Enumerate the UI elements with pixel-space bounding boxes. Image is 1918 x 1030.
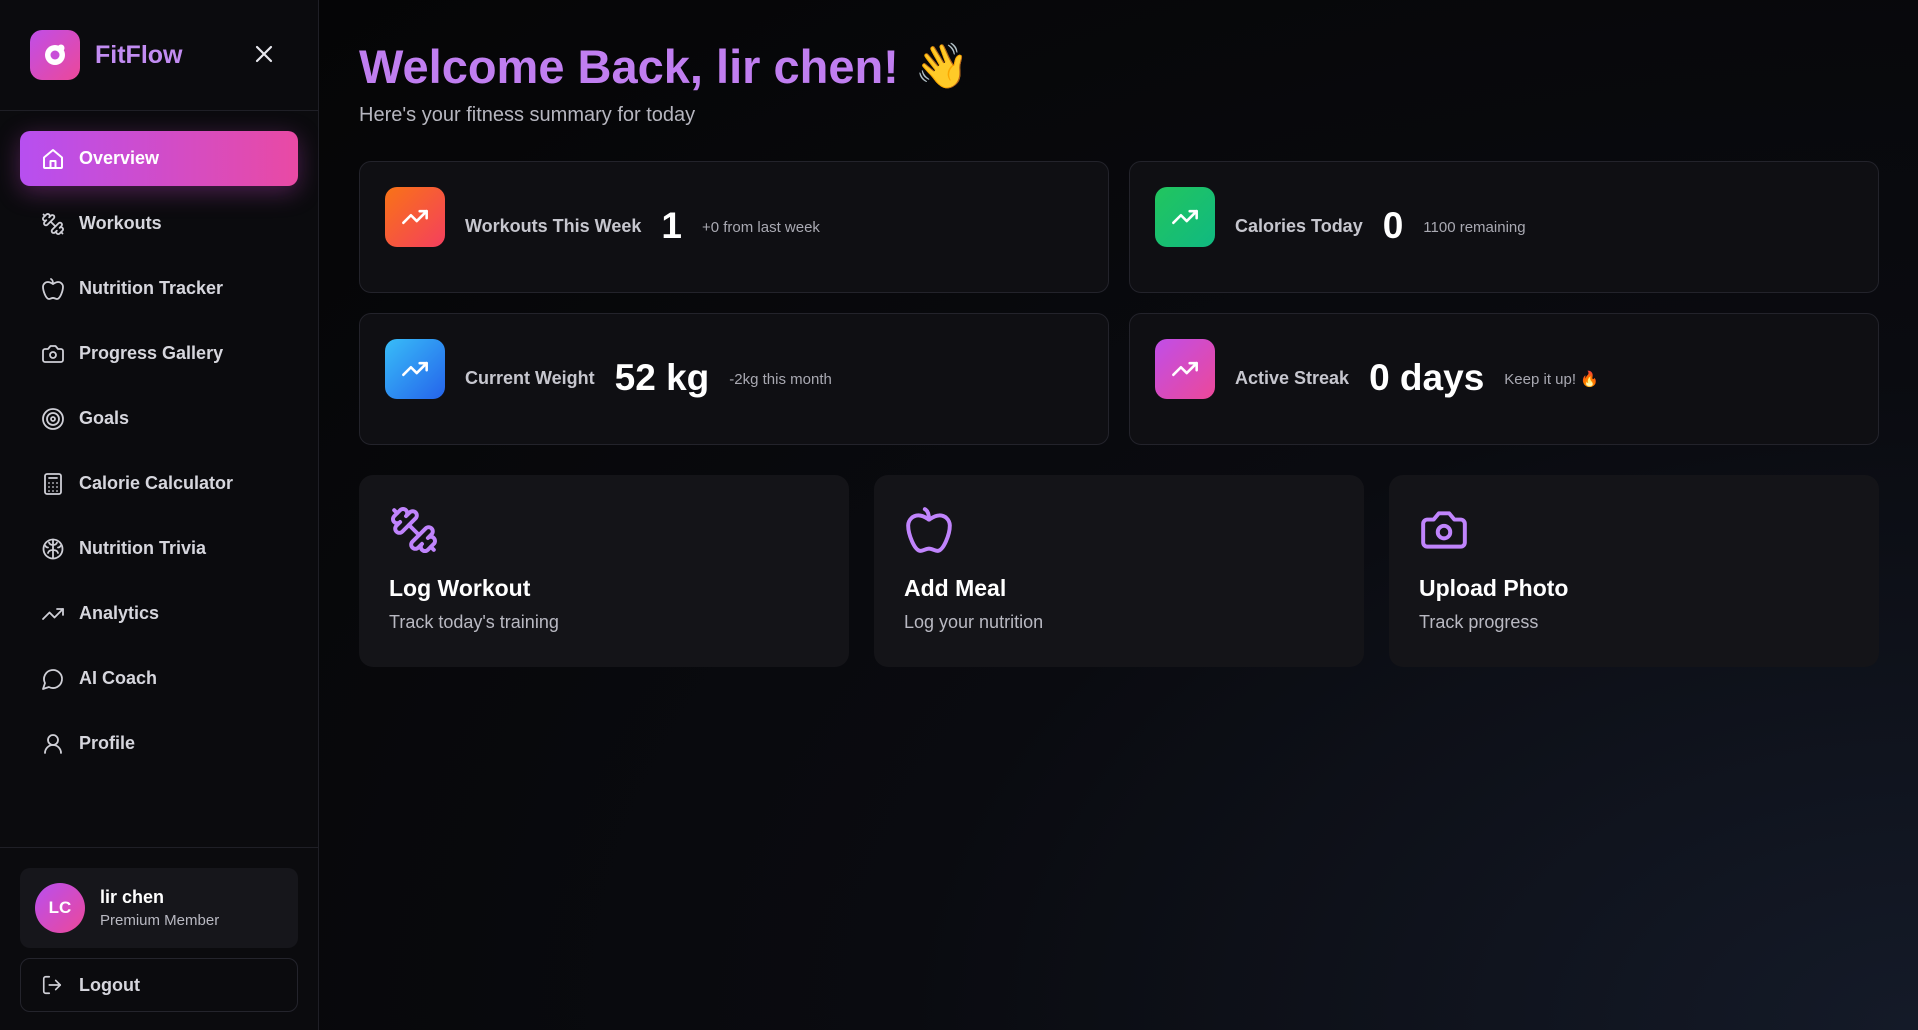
main-content: Welcome Back, lir chen! 👋 Here's your fi… [319, 0, 1918, 1030]
sidebar-item-label: AI Coach [79, 668, 158, 688]
user-name: lir chen [100, 887, 165, 907]
stat-body: Active Streak 0 days Keep it up! 🔥 [1235, 339, 1599, 398]
quick-actions: Log Workout Track today's training Add M… [359, 475, 1879, 667]
logout-button[interactable]: Logout [20, 958, 298, 1012]
action-description: Track today's training [389, 612, 559, 632]
trending-up-icon [40, 601, 66, 627]
stat-note: 1100 remaining [1423, 219, 1526, 236]
close-sidebar-button[interactable] [250, 40, 278, 68]
sidebar-item-calorie-calculator[interactable]: Calorie Calculator [20, 456, 298, 511]
stat-body: Calories Today 0 1100 remaining [1235, 187, 1526, 246]
user-role: Premium Member [100, 912, 220, 929]
dumbbell-icon [40, 211, 66, 237]
brand-name: FitFlow [95, 40, 183, 69]
upload-photo-card[interactable]: Upload Photo Track progress [1389, 475, 1879, 667]
sidebar-item-label: Overview [79, 148, 160, 168]
sidebar-item-label: Nutrition Tracker [79, 278, 224, 298]
action-description: Log your nutrition [904, 612, 1044, 632]
brain-icon [40, 536, 66, 562]
action-description: Track progress [1419, 612, 1539, 632]
wave-emoji: 👋 [914, 42, 970, 91]
apple-icon [40, 276, 66, 302]
close-icon [255, 45, 273, 63]
sidebar-item-profile[interactable]: Profile [20, 716, 298, 771]
sidebar: FitFlow Overview Workouts Nutrition Trac… [0, 0, 319, 1030]
sidebar-header: FitFlow [0, 0, 318, 111]
sidebar-nav: Overview Workouts Nutrition Tracker Prog… [0, 111, 318, 801]
sidebar-item-label: Calorie Calculator [79, 473, 234, 493]
logout-label: Logout [79, 974, 140, 995]
calculator-icon [40, 471, 66, 497]
camera-icon [40, 341, 66, 367]
dumbbell-icon [389, 505, 439, 555]
sidebar-item-workouts[interactable]: Workouts [20, 196, 298, 251]
user-card[interactable]: LC lir chen Premium Member [20, 868, 298, 948]
sidebar-item-nutrition-tracker[interactable]: Nutrition Tracker [20, 261, 298, 316]
trending-up-icon [1155, 339, 1215, 399]
stat-note: +0 from last week [701, 219, 820, 236]
target-icon [40, 406, 66, 432]
stats-grid: Workouts This Week 1 +0 from last week C… [359, 161, 1879, 445]
stat-card-calories: Calories Today 0 1100 remaining [1129, 161, 1879, 293]
sidebar-footer: LC lir chen Premium Member Logout [0, 847, 318, 1030]
chat-bubble-icon [40, 666, 66, 692]
stat-body: Current Weight 52 kg -2kg this month [465, 339, 832, 398]
sidebar-item-ai-coach[interactable]: AI Coach [20, 651, 298, 706]
apple-icon [904, 505, 954, 555]
sidebar-item-label: Workouts [79, 213, 162, 233]
sidebar-item-label: Progress Gallery [79, 343, 224, 363]
trending-up-icon [385, 187, 445, 247]
sidebar-item-label: Goals [79, 408, 130, 428]
user-icon [40, 731, 66, 757]
sidebar-item-label: Analytics [79, 603, 160, 623]
stat-value: 52 kg [614, 357, 710, 398]
camera-icon [1419, 505, 1469, 555]
home-icon [40, 146, 66, 172]
trending-up-icon [385, 339, 445, 399]
stat-note: -2kg this month [729, 371, 832, 388]
stat-value: 1 [661, 205, 682, 246]
page-title: Welcome Back, lir chen! 👋 [359, 38, 1879, 94]
app: FitFlow Overview Workouts Nutrition Trac… [0, 0, 1918, 1030]
sidebar-item-analytics[interactable]: Analytics [20, 586, 298, 641]
stat-note: Keep it up! 🔥 [1504, 371, 1599, 388]
sidebar-item-overview[interactable]: Overview [20, 131, 298, 186]
sidebar-item-label: Profile [79, 733, 136, 753]
stat-label: Active Streak [1235, 368, 1350, 388]
stat-value: 0 [1382, 205, 1404, 246]
stat-value: 0 days [1369, 357, 1485, 398]
log-workout-card[interactable]: Log Workout Track today's training [359, 475, 849, 667]
stat-body: Workouts This Week 1 +0 from last week [465, 187, 820, 246]
logo-icon [30, 30, 80, 80]
action-title: Add Meal [904, 575, 1007, 601]
sidebar-item-goals[interactable]: Goals [20, 391, 298, 446]
stat-label: Calories Today [1235, 216, 1363, 236]
stat-card-streak: Active Streak 0 days Keep it up! 🔥 [1129, 313, 1879, 445]
stat-label: Workouts This Week [465, 216, 642, 236]
sidebar-item-nutrition-trivia[interactable]: Nutrition Trivia [20, 521, 298, 576]
action-title: Log Workout [389, 575, 531, 601]
logout-icon [41, 973, 65, 997]
sidebar-item-progress-gallery[interactable]: Progress Gallery [20, 326, 298, 381]
stat-card-workouts: Workouts This Week 1 +0 from last week [359, 161, 1109, 293]
avatar: LC [35, 883, 85, 933]
user-info: lir chen Premium Member [100, 887, 219, 929]
trending-up-icon [1155, 187, 1215, 247]
page-subtitle: Here's your fitness summary for today [359, 104, 696, 126]
stat-label: Current Weight [465, 368, 595, 388]
stat-card-weight: Current Weight 52 kg -2kg this month [359, 313, 1109, 445]
add-meal-card[interactable]: Add Meal Log your nutrition [874, 475, 1364, 667]
welcome-text: Welcome Back, lir chen! [359, 39, 899, 93]
sidebar-item-label: Nutrition Trivia [79, 538, 207, 558]
action-title: Upload Photo [1419, 575, 1569, 601]
